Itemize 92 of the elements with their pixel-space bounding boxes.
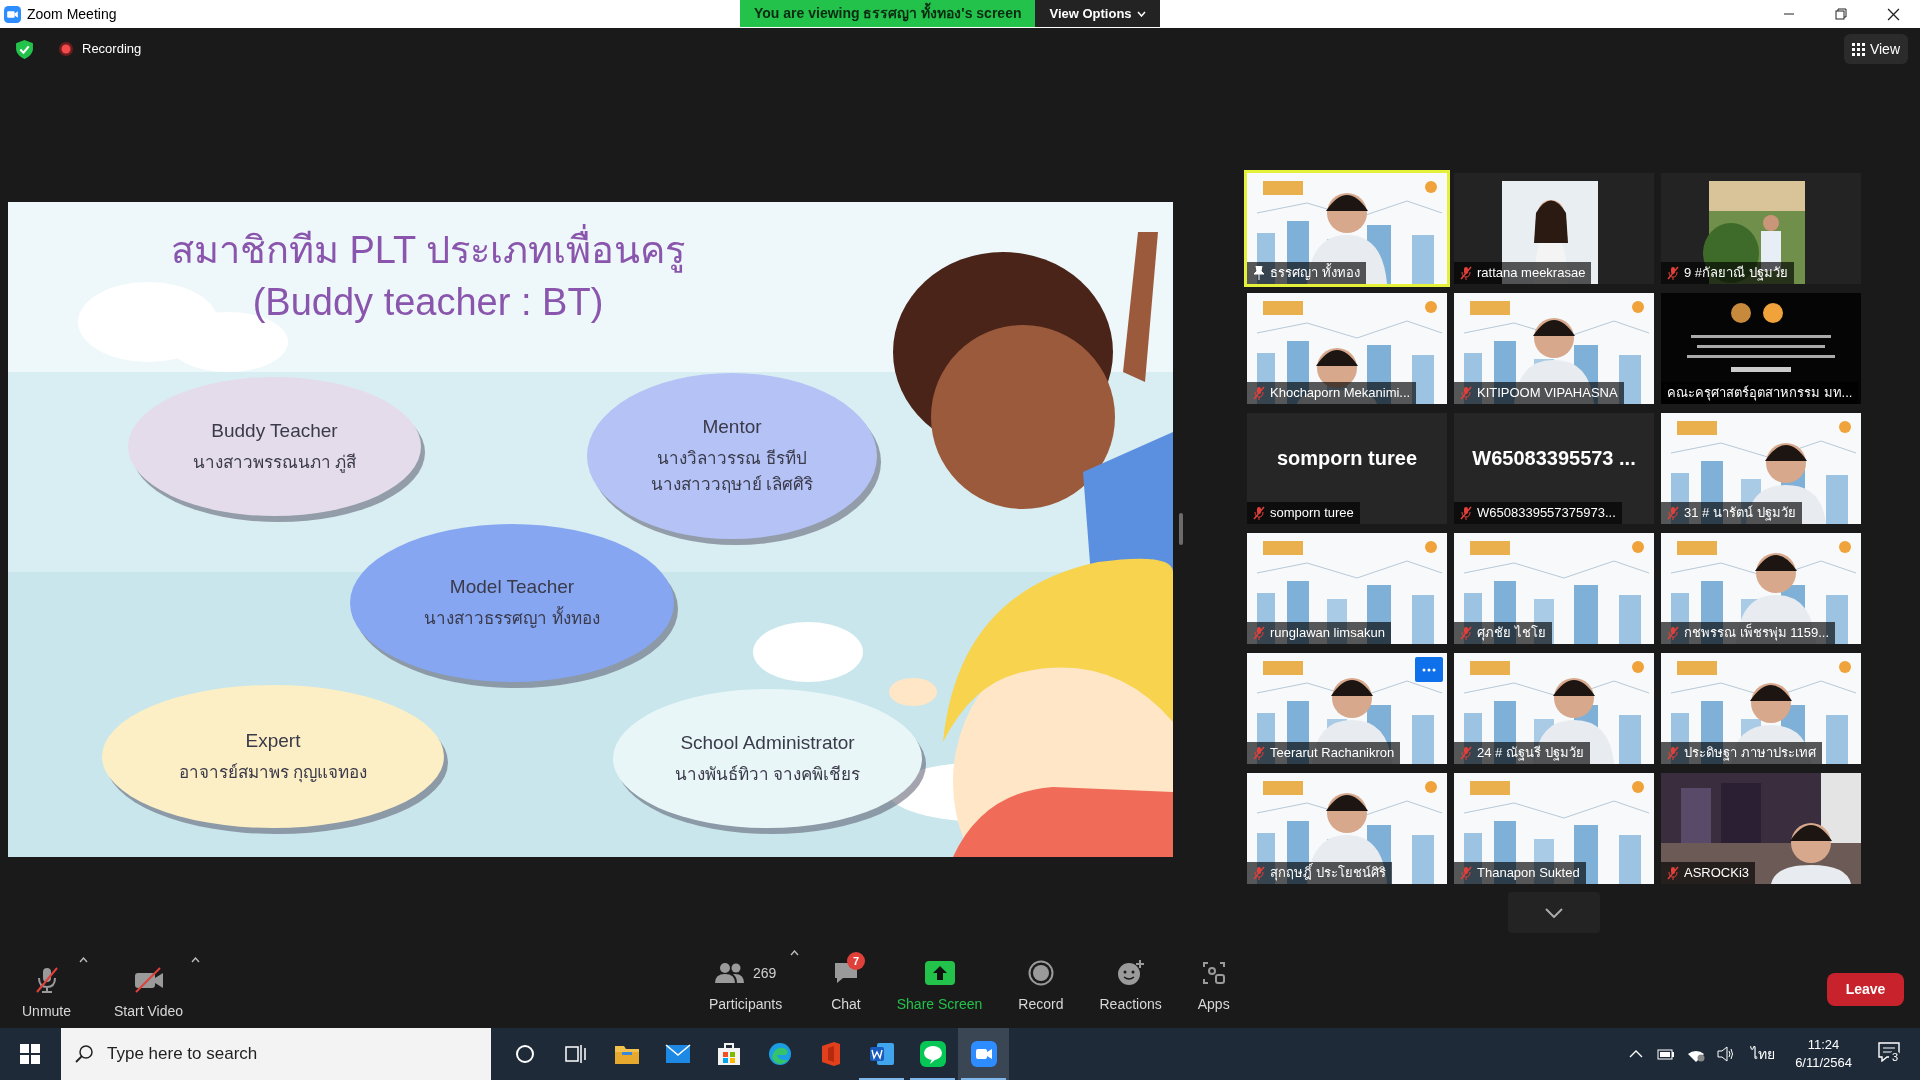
role-label: Buddy Teacher: [210, 418, 339, 443]
caret-icon: [1136, 10, 1146, 17]
browser-icon: [767, 1042, 792, 1066]
participant-name: Khochaporn Mekanimi...: [1270, 384, 1411, 403]
folder-icon: [613, 1043, 640, 1065]
member-name: อาจารย์สมาพร กุญแจทอง: [178, 761, 368, 785]
shield-icon[interactable]: [16, 39, 33, 59]
participant-name: runglawan limsakun: [1270, 624, 1385, 643]
recording-icon: [59, 42, 73, 56]
more-options-button[interactable]: [1415, 657, 1443, 682]
grid-icon: [1851, 42, 1865, 56]
participant-name: สุกฤษฎิ์ ประโยชน์ศิริ: [1270, 863, 1386, 883]
participant-name: KITIPOOM VIPAHASNA: [1477, 384, 1618, 403]
view-button[interactable]: View: [1843, 34, 1908, 64]
toolbar-button[interactable]: Share Screen: [892, 950, 987, 1015]
toolbar-button[interactable]: Reactions: [1095, 950, 1166, 1015]
member-name: นางสาวธรรศญา ทั้งทอง: [424, 606, 600, 632]
document-icon: [868, 1042, 895, 1066]
participant-name: ASROCKi3: [1684, 864, 1750, 883]
caret-icon[interactable]: [191, 956, 201, 963]
battery-icon[interactable]: [1657, 1048, 1676, 1060]
caret-icon[interactable]: [790, 950, 800, 956]
splitter-handle[interactable]: [1179, 513, 1183, 545]
participant-name: 31 # นารัตน์ ปฐมวัย: [1684, 504, 1796, 523]
video-camera-app-icon: [970, 1041, 997, 1067]
zoom-logo-icon: [4, 5, 21, 23]
search-icon: [75, 1045, 93, 1063]
windows-start-icon[interactable]: [20, 1044, 40, 1064]
close-icon[interactable]: [1887, 7, 1900, 21]
share-screen-icon: [924, 961, 955, 985]
record-icon: [1027, 960, 1054, 986]
camera-off-icon: [132, 966, 165, 993]
toolbar-button[interactable]: Apps: [1193, 950, 1234, 1015]
clock-time[interactable]: 11:24: [1807, 1036, 1840, 1054]
participant-name: คณะครุศาสตร์อุตสาหกรรม มท...: [1667, 384, 1853, 403]
toolbar-button[interactable]: Record: [1014, 950, 1068, 1015]
participant-name: W6508339557375973...: [1477, 504, 1616, 523]
chevron-down-icon: [1545, 907, 1563, 918]
smiley-icon: [1116, 960, 1145, 986]
recording-label: Recording: [82, 40, 142, 59]
participant-name: 9 #กัลยาณี ปฐมวัย: [1684, 264, 1788, 283]
caret-icon[interactable]: [79, 956, 89, 963]
office-icon: [819, 1041, 842, 1067]
screen-share-banner: You are viewing ธรรศญา ทั้งทอง's screen: [740, 0, 1036, 27]
speaker-icon[interactable]: [1717, 1046, 1736, 1062]
toolbar-button[interactable]: 269 Participants: [705, 950, 787, 1015]
chat-bubble-app-icon: [919, 1041, 946, 1067]
slide-title: (Buddy teacher : BT): [252, 280, 604, 325]
input-language[interactable]: ไทย: [1751, 1043, 1776, 1065]
window-title: Zoom Meeting: [27, 4, 117, 24]
role-label: Mentor: [701, 415, 763, 439]
participant-name: ธรรศญา ทั้งทอง: [1270, 263, 1360, 283]
search-field[interactable]: Type here to search: [61, 1028, 491, 1080]
shopping-bag-icon: [716, 1042, 741, 1066]
participant-name: ศุภชัย ไชโย: [1477, 624, 1546, 643]
member-name: นางสาวพรรณนภา ภู่สี: [192, 451, 357, 475]
leave-button[interactable]: Leave: [1827, 972, 1904, 1006]
participant-name: กชพรรณ เพ็ชรพุ่ม 1159...: [1684, 623, 1829, 643]
toolbar-button[interactable]: Unmute: [18, 956, 76, 1022]
circle-icon: [514, 1044, 535, 1064]
member-name: นางพันธ์ทิวา จางคพิเชียร: [674, 763, 861, 786]
participant-name: Teerarut Rachanikron: [1270, 744, 1395, 763]
display-name: somporn turee: [1276, 446, 1418, 471]
taskbar-app[interactable]: [958, 1028, 1009, 1080]
more-icon: [1422, 667, 1436, 672]
participant-name: somporn turee: [1270, 504, 1354, 523]
participant-name: Thanapon Sukted: [1477, 864, 1580, 883]
muted-mic-icon: [33, 965, 60, 994]
member-name: นางวิลาวรรณ ธีรทีป: [657, 448, 807, 470]
mail-icon: [664, 1044, 691, 1064]
notification-count: 3: [1889, 1051, 1902, 1064]
task-view-icon: [564, 1044, 587, 1064]
role-label: Expert: [244, 728, 302, 753]
role-label: School Administrator: [679, 730, 856, 755]
participant-name: 24 # ณัฐนรี ปฐมวัย: [1477, 744, 1584, 763]
participant-name: rattana meekrasae: [1477, 264, 1586, 283]
toolbar-button[interactable]: Start Video: [110, 956, 188, 1022]
people-icon: [714, 962, 745, 984]
slide-title: สมาชิกทีม PLT ประเภทเพื่อนครู: [170, 224, 686, 276]
view-options-button[interactable]: View Options: [1035, 0, 1160, 27]
restore-icon[interactable]: [1835, 8, 1847, 20]
role-label: Model Teacher: [448, 575, 576, 599]
clock-date[interactable]: 6/11/2564: [1795, 1054, 1852, 1072]
apps-icon: [1201, 961, 1226, 985]
participant-name: ประดิษฐา ภาษาประเทศ: [1684, 744, 1816, 763]
unread-badge: 7: [846, 952, 865, 970]
participant-count: 269: [752, 963, 777, 983]
chevron-up-icon[interactable]: [1629, 1050, 1644, 1058]
member-name: นางสาววฤษาย์ เลิศศิริ: [650, 474, 814, 496]
notifications-icon[interactable]: [1878, 1042, 1900, 1062]
display-name: W65083395573 ...: [1471, 446, 1637, 471]
toolbar-button[interactable]: 7 Chat: [827, 950, 865, 1015]
